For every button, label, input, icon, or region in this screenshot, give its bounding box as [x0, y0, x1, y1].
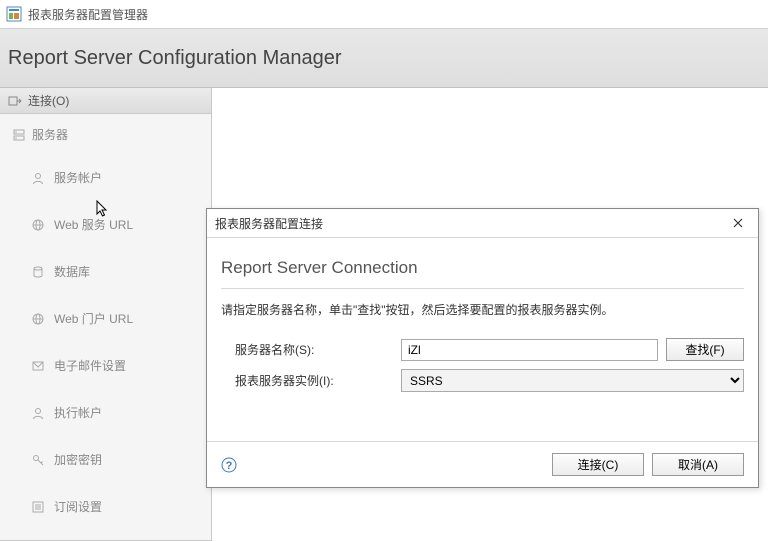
- sidebar-server-root-label: 服务器: [32, 126, 68, 143]
- sidebar-item-database[interactable]: 数据库: [8, 255, 203, 288]
- sidebar-item-web-portal-url[interactable]: Web 门户 URL: [8, 302, 203, 335]
- dialog-close-button[interactable]: [726, 213, 750, 233]
- sidebar-item-email-settings[interactable]: 电子邮件设置: [8, 349, 203, 382]
- sidebar-item-label: 数据库: [54, 263, 90, 280]
- sidebar-item-label: Web 门户 URL: [54, 310, 133, 327]
- dialog-instruction: 请指定服务器名称，单击"查找"按钮，然后选择要配置的报表服务器实例。: [221, 301, 744, 318]
- user-icon: [30, 405, 46, 421]
- sidebar-item-encryption-keys[interactable]: 加密密钥: [8, 443, 203, 476]
- sidebar-item-label: 加密密钥: [54, 451, 102, 468]
- database-icon: [30, 264, 46, 280]
- banner-title: Report Server Configuration Manager: [8, 47, 342, 70]
- sidebar-tree: 服务器 服务帐户 Web 服务 URL 数据库 Web 门户 URL 电子邮件设…: [0, 114, 211, 535]
- banner: Report Server Configuration Manager: [0, 28, 768, 88]
- instance-select[interactable]: SSRS: [401, 369, 744, 392]
- svg-text:?: ?: [226, 460, 233, 472]
- app-icon: [6, 6, 22, 22]
- sidebar-item-label: 执行帐户: [54, 404, 102, 421]
- list-icon: [30, 499, 46, 515]
- dialog-titlebar[interactable]: 报表服务器配置连接: [207, 209, 758, 237]
- dialog-heading: Report Server Connection: [221, 250, 744, 289]
- server-name-label: 服务器名称(S):: [221, 341, 401, 358]
- server-icon: [12, 128, 26, 142]
- sidebar-item-service-account[interactable]: 服务帐户: [8, 161, 203, 194]
- sidebar-connect-label: 连接(O): [28, 92, 69, 109]
- connect-button[interactable]: 连接(C): [552, 453, 644, 476]
- key-icon: [30, 452, 46, 468]
- connect-icon: [8, 94, 22, 108]
- server-name-input[interactable]: [401, 339, 658, 361]
- sidebar-item-label: 电子邮件设置: [54, 357, 126, 374]
- sidebar: 连接(O) 服务器 服务帐户 Web 服务 URL 数据库: [0, 88, 212, 541]
- sidebar-server-root[interactable]: 服务器: [8, 126, 203, 143]
- dialog-title: 报表服务器配置连接: [215, 215, 323, 232]
- instance-label: 报表服务器实例(I):: [221, 372, 401, 389]
- connection-dialog: 报表服务器配置连接 Report Server Connection 请指定服务…: [206, 208, 759, 488]
- globe-icon: [30, 217, 46, 233]
- sidebar-item-label: Web 服务 URL: [54, 216, 133, 233]
- sidebar-item-execution-account[interactable]: 执行帐户: [8, 396, 203, 429]
- sidebar-item-web-service-url[interactable]: Web 服务 URL: [8, 208, 203, 241]
- find-button[interactable]: 查找(F): [666, 338, 744, 361]
- sidebar-item-subscription-settings[interactable]: 订阅设置: [8, 490, 203, 523]
- user-icon: [30, 170, 46, 186]
- sidebar-item-label: 订阅设置: [54, 498, 102, 515]
- cancel-button[interactable]: 取消(A): [652, 453, 744, 476]
- help-icon[interactable]: ?: [221, 457, 237, 473]
- sidebar-item-label: 服务帐户: [54, 169, 102, 186]
- sidebar-connect-button[interactable]: 连接(O): [0, 88, 211, 114]
- window-titlebar: 报表服务器配置管理器: [0, 0, 768, 28]
- mail-icon: [30, 358, 46, 374]
- close-icon: [733, 218, 743, 228]
- globe-icon: [30, 311, 46, 327]
- app-title: 报表服务器配置管理器: [28, 6, 148, 23]
